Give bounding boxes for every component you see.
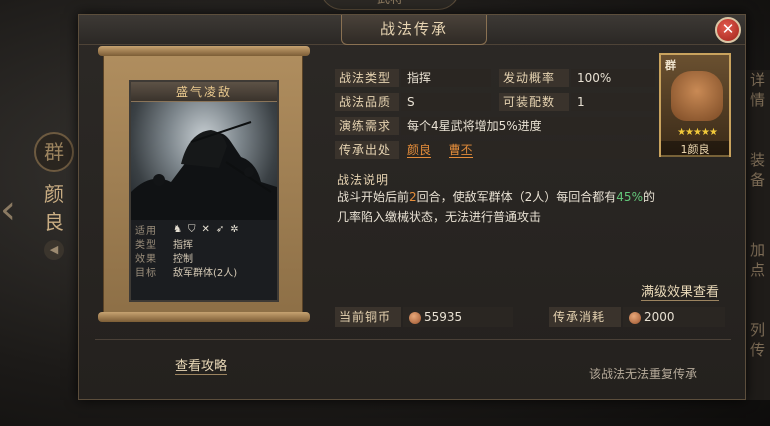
copper-value: 55935 <box>424 310 463 324</box>
tactic-scroll: 盛气凌敌 适用 ♞ ⛉ ✕ ➶ ✲ 类型 指挥 效果 控制 目标 敌军群体(2人… <box>98 46 310 322</box>
tactic-artwork <box>131 102 277 220</box>
copper-label: 当前铜币 <box>335 307 401 327</box>
info-row-type: 类型 指挥 <box>135 236 273 251</box>
card-name-bar: 盛气凌敌 <box>131 82 277 102</box>
siege-icon: ✲ <box>230 223 239 235</box>
effect-value: 控制 <box>173 253 193 265</box>
battle-silhouette-art <box>131 121 277 220</box>
unit-icons: ♞ ⛉ ✕ ➶ ✲ <box>173 224 239 235</box>
cost-label: 传承消耗 <box>549 307 621 327</box>
cavalry-icon: ♞ <box>173 223 182 235</box>
star-rating: ★★★★★ <box>677 127 718 138</box>
source-label: 传承出处 <box>335 141 399 159</box>
cost-value: 2000 <box>644 310 675 324</box>
game-screen: { "background": { "top_tab": "武将", "fact… <box>0 0 770 426</box>
card-info: 适用 ♞ ⛉ ✕ ➶ ✲ 类型 指挥 效果 控制 目标 敌军群体(2人) <box>131 220 277 300</box>
desc-rounds: 2 <box>409 190 417 204</box>
general-portrait[interactable]: 群 ★★★★★ 1颜良 <box>659 53 731 157</box>
row-source: 传承出处 颜良 曹丕 <box>335 141 655 159</box>
faction-badge: 群 <box>34 132 74 172</box>
copper-row: 当前铜币 55935 <box>335 307 513 327</box>
desc-part: 回合，使敌军群体（2人）每回合都有 <box>416 190 617 204</box>
chevron-left-icon[interactable]: ‹ <box>0 180 22 240</box>
row-type-chance: 战法类型 指挥 发动概率 100% <box>335 69 655 87</box>
tab-details[interactable]: 详情 <box>750 70 768 110</box>
apply-label: 适用 <box>135 225 157 237</box>
tab-points[interactable]: 加点 <box>750 240 768 280</box>
dialog-title: 战法传承 <box>379 20 448 38</box>
max-effect-link[interactable]: 满级效果查看 <box>641 281 720 301</box>
tactic-name: 盛气凌敌 <box>175 85 232 99</box>
desc-line2: 几率陷入缴械状态，无法进行普通攻击 <box>337 210 542 224</box>
desc-part: 战斗开始后前 <box>337 190 410 204</box>
chance-label: 发动概率 <box>499 69 569 87</box>
right-tab-strip: 详情 装备 加点 列传 <box>746 70 770 400</box>
scroll-rod-bottom <box>98 312 310 322</box>
row-quality-slots: 战法品质 S 可装配数 1 <box>335 93 655 111</box>
target-label: 目标 <box>135 267 157 279</box>
spear-icon: ➶ <box>215 223 225 235</box>
type-label: 战法类型 <box>335 69 399 87</box>
tactic-inherit-dialog: 战法传承 ✕ 盛气凌敌 适用 ♞ ⛉ ✕ ➶ ✲ 类型 指挥 效果 控制 目标 … <box>78 14 746 400</box>
divider <box>95 339 731 340</box>
row-requirement: 演练需求 每个4星武将增加5%进度 <box>335 117 655 135</box>
scroll-rod-top <box>98 46 310 56</box>
coin-icon <box>409 311 421 324</box>
cost-value-box: 2000 <box>623 307 725 327</box>
desc-part: 的 <box>642 190 655 204</box>
no-repeat-note: 该战法无法重复传承 <box>589 367 698 381</box>
req-value: 每个4星武将增加5%进度 <box>401 117 655 135</box>
effect-label: 效果 <box>135 253 157 265</box>
info-row-effect: 效果 控制 <box>135 250 273 265</box>
coin-icon <box>629 311 641 324</box>
tactic-card: 盛气凌敌 适用 ♞ ⛉ ✕ ➶ ✲ 类型 指挥 效果 控制 目标 敌军群体(2人… <box>129 80 279 302</box>
guide-link[interactable]: 查看攻略 <box>175 355 228 375</box>
description-title: 战法说明 <box>337 173 390 187</box>
type-label: 类型 <box>135 239 157 251</box>
portrait-faction: 群 <box>665 59 676 72</box>
title-plate: 战法传承 <box>341 15 487 45</box>
portrait-label: 1颜良 <box>661 141 729 157</box>
tab-biography[interactable]: 列传 <box>750 320 768 360</box>
bow-icon: ✕ <box>201 223 210 235</box>
speaker-icon[interactable]: ◀ <box>44 240 64 260</box>
source-general-2[interactable]: 曹丕 <box>448 143 473 158</box>
shield-icon: ⛉ <box>187 223 196 235</box>
general-name-vertical: 颜良 <box>44 182 64 234</box>
req-label: 演练需求 <box>335 117 399 135</box>
tab-equipment[interactable]: 装备 <box>750 150 768 190</box>
close-button[interactable]: ✕ <box>715 17 741 43</box>
slots-label: 可装配数 <box>499 93 569 111</box>
close-icon: ✕ <box>721 20 735 38</box>
copper-value-box: 55935 <box>403 307 513 327</box>
info-row-apply: 适用 ♞ ⛉ ✕ ➶ ✲ <box>135 222 273 237</box>
slots-value: 1 <box>571 93 655 111</box>
general-face-art <box>671 71 723 121</box>
quality-value: S <box>401 93 491 111</box>
cost-row: 传承消耗 2000 <box>549 307 725 327</box>
chance-value: 100% <box>571 69 655 87</box>
info-row-target: 目标 敌军群体(2人) <box>135 264 273 279</box>
desc-percent: 45% <box>616 190 643 204</box>
source-values: 颜良 曹丕 <box>401 141 655 159</box>
source-general-1[interactable]: 颜良 <box>407 143 432 158</box>
description-text: 战斗开始后前2回合，使敌军群体（2人）每回合都有45%的 几率陷入缴械状态，无法… <box>337 187 737 227</box>
type-value: 指挥 <box>401 69 491 87</box>
quality-label: 战法品质 <box>335 93 399 111</box>
target-value: 敌军群体(2人) <box>173 267 238 279</box>
type-value: 指挥 <box>173 239 193 251</box>
top-tab: 武将 <box>320 0 460 10</box>
